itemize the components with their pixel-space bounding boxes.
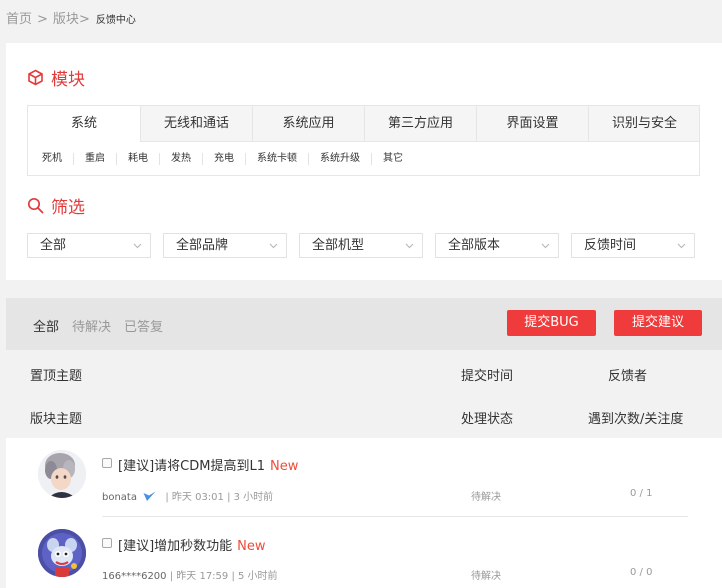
avatar[interactable]: [38, 450, 86, 498]
subtab-system-lag[interactable]: 系统卡顿: [246, 152, 309, 165]
module-tabs-box: 系统 无线和通话 系统应用 第三方应用 界面设置 识别与安全 死机 重启 耗电 …: [27, 105, 700, 176]
list-toolbar: 全部 待解决 已答复 提交BUG 提交建议: [6, 298, 722, 350]
search-icon: [27, 197, 44, 214]
filter-version-value: 全部版本: [448, 238, 501, 253]
new-badge: New: [269, 459, 299, 474]
module-title: 模块: [51, 70, 85, 90]
filter-heading: 筛选: [27, 193, 85, 218]
module-tabs: 系统 无线和通话 系统应用 第三方应用 界面设置 识别与安全: [28, 106, 699, 142]
subtab-battery-drain[interactable]: 耗电: [117, 152, 160, 165]
filter-brand-value: 全部品牌: [176, 238, 229, 253]
feedback-list-panel: 全部 待解决 已答复 提交BUG 提交建议 置顶主题 提交时间 反馈者 版块主题…: [6, 298, 722, 588]
chevron-down-icon: [133, 243, 142, 249]
filter-title: 筛选: [51, 198, 85, 218]
subtab-crash[interactable]: 死机: [31, 152, 74, 165]
verified-icon: [143, 491, 156, 501]
header-reporter: 反馈者: [608, 369, 648, 384]
post-date: | 昨天 03:01: [165, 492, 224, 503]
breadcrumb: 首页 > 版块> 反馈中心: [6, 8, 136, 27]
cube-icon: [28, 69, 43, 86]
tab-system-apps[interactable]: 系统应用: [252, 106, 364, 141]
module-subtabs: 死机 重启 耗电 发热 充电 系统卡顿 系统升级 其它: [28, 142, 699, 175]
subtab-reboot[interactable]: 重启: [74, 152, 117, 165]
subtab-other[interactable]: 其它: [372, 153, 414, 165]
breadcrumb-separator: >: [37, 12, 48, 27]
post-count: 0 / 0: [630, 567, 653, 578]
subtab-system-upgrade[interactable]: 系统升级: [309, 152, 372, 165]
post-author[interactable]: 166****6200: [102, 571, 167, 582]
filter-model-value: 全部机型: [312, 238, 365, 253]
post-count: 0 / 1: [630, 488, 653, 499]
filter-all-select[interactable]: 全部: [27, 233, 151, 258]
chevron-down-icon: [269, 243, 278, 249]
post-checkbox[interactable]: [102, 458, 112, 468]
post-date: | 昨天 17:59: [169, 571, 229, 582]
breadcrumb-current: 反馈中心: [95, 15, 136, 26]
post-title-text[interactable]: [建议]增加秒数功能: [118, 539, 232, 554]
new-badge: New: [237, 539, 266, 554]
post-title[interactable]: [建议]增加秒数功能 New: [118, 535, 266, 554]
header-section-topics: 版块主题: [30, 412, 83, 427]
filter-selects: 全部 全部品牌 全部机型 全部版本 反馈时间: [27, 233, 695, 258]
post-status: 待解决: [471, 571, 501, 582]
header-pinned-topics: 置顶主题: [30, 369, 83, 384]
post-time-ago: | 3 小时前: [227, 492, 274, 503]
filter-all-value: 全部: [40, 238, 67, 253]
post-title[interactable]: [建议]请将CDM提高到L1 New: [118, 455, 298, 474]
row-divider: [102, 516, 688, 517]
status-tab-pending[interactable]: 待解决: [72, 316, 111, 335]
tab-third-party-apps[interactable]: 第三方应用: [364, 106, 476, 141]
list-header: 置顶主题 提交时间 反馈者 版块主题 处理状态 遇到次数/关注度: [6, 350, 722, 438]
user-avatar-image: [38, 529, 86, 577]
submit-suggestion-button[interactable]: 提交建议: [614, 310, 702, 336]
breadcrumb-section[interactable]: 版块: [53, 12, 79, 27]
chevron-down-icon: [405, 243, 414, 249]
filter-time-select[interactable]: 反馈时间: [571, 233, 695, 258]
tab-ui-settings[interactable]: 界面设置: [476, 106, 588, 141]
category-panel: 模块 系统 无线和通话 系统应用 第三方应用 界面设置 识别与安全 死机 重启 …: [6, 43, 722, 280]
post-meta: bonata | 昨天 03:01 | 3 小时前: [102, 488, 273, 503]
chevron-down-icon: [677, 243, 686, 249]
breadcrumb-home[interactable]: 首页: [6, 12, 32, 27]
tab-system[interactable]: 系统: [28, 106, 140, 142]
post-meta: 166****6200 | 昨天 17:59 | 5 小时前: [102, 567, 278, 582]
status-tabs: 全部 待解决 已答复: [33, 316, 176, 335]
filter-brand-select[interactable]: 全部品牌: [163, 233, 287, 258]
status-tab-all[interactable]: 全部: [33, 316, 59, 335]
submit-bug-button[interactable]: 提交BUG: [507, 310, 596, 336]
filter-time-value: 反馈时间: [584, 238, 637, 253]
post-author[interactable]: bonata: [102, 492, 137, 503]
header-count-follow: 遇到次数/关注度: [588, 412, 684, 427]
header-status: 处理状态: [461, 412, 514, 427]
avatar[interactable]: [38, 529, 86, 577]
post-status: 待解决: [471, 492, 501, 503]
post-title-text[interactable]: [建议]请将CDM提高到L1: [118, 459, 265, 474]
breadcrumb-separator: >: [78, 12, 90, 27]
tab-recognition-security[interactable]: 识别与安全: [588, 106, 700, 141]
filter-version-select[interactable]: 全部版本: [435, 233, 559, 258]
list-item[interactable]: [建议]增加秒数功能 New 166****6200 | 昨天 17:59 | 5…: [6, 518, 722, 588]
chevron-down-icon: [541, 243, 550, 249]
status-tab-replied[interactable]: 已答复: [124, 316, 163, 335]
post-checkbox[interactable]: [102, 538, 112, 548]
module-heading: 模块: [27, 65, 85, 90]
subtab-overheating[interactable]: 发热: [160, 152, 203, 165]
header-submit-time: 提交时间: [461, 369, 514, 384]
user-avatar-image: [38, 450, 86, 498]
subtab-charging[interactable]: 充电: [203, 152, 246, 165]
list-item[interactable]: [建议]请将CDM提高到L1 New bonata | 昨天 03:01 | 3 …: [6, 438, 722, 514]
filter-model-select[interactable]: 全部机型: [299, 233, 423, 258]
post-time-ago: | 5 小时前: [231, 571, 278, 582]
tab-wireless[interactable]: 无线和通话: [140, 106, 252, 141]
